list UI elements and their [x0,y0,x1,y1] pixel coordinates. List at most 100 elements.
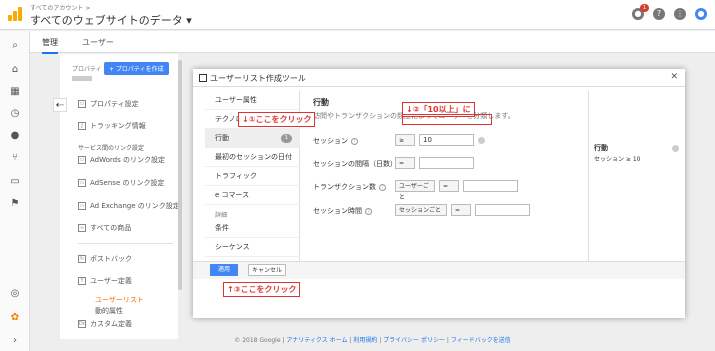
audience-definitions-item[interactable]: Y ユーザー定義 [78,276,132,286]
page-icon: ▭ [78,100,86,108]
advanced-group-label: 詳細 [215,212,228,219]
home-icon[interactable]: ⌂ [8,63,22,77]
duration-scope-select[interactable]: セッションごと [395,204,447,216]
help-icon[interactable]: ? [351,137,358,145]
apply-button[interactable]: 適用 [210,264,238,276]
summary-value: セッション ≥ 10 [594,156,641,163]
tab-admin[interactable]: 管理 [42,37,58,54]
left-rail: ⌕ ⌂ ▦ ◷ ● ⑂ ▭ ⚑ ◎ ✿ › [0,31,30,351]
category-first-session[interactable]: 最初のセッションの日付 [205,148,300,167]
sessions-operator-select[interactable]: ≥ [395,134,415,146]
help-icon[interactable]: ? [379,183,386,191]
terms-link[interactable]: 利用規約 [353,337,377,344]
postbacks-item[interactable]: ↻ ポストバック [78,254,132,264]
privacy-link[interactable]: プライバシー ポリシー [383,337,445,344]
adwords-link-item[interactable]: ▭ AdWords のリンク設定 [78,155,165,165]
js-icon: J [78,122,86,130]
annotation-highlight-box [402,114,492,125]
lightbulb-icon[interactable]: ◎ [8,287,22,301]
acquisition-icon[interactable]: ⑂ [8,151,22,165]
postback-icon: ↻ [78,255,86,263]
transactions-scope-select[interactable]: ユーザーごと [395,180,435,201]
page-footer: © 2018 Google | アナリティクス ホーム | 利用規約 | プライ… [234,337,511,344]
adwords-icon: ▭ [78,156,86,164]
days-operator-select[interactable]: = [395,157,415,169]
category-conditions[interactable]: 条件 [205,219,300,238]
top-icons: ● 1 ? ⋮ ● [632,4,707,20]
close-icon[interactable]: ✕ [670,72,678,82]
notifications-icon[interactable]: ● 1 [632,4,649,20]
days-between-label: セッションの間隔（日数）? [313,159,407,169]
product-linking-group: サービス間のリンク設定 [78,145,145,152]
expand-icon[interactable]: › [8,334,22,348]
person-icon[interactable]: ● [8,129,22,143]
adsense-link-item[interactable]: ▭ AdSense のリンク設定 [78,178,164,188]
notification-badge: 1 [640,4,649,12]
property-name-redacted[interactable] [72,76,92,81]
adexchange-icon: ▭ [78,202,86,210]
category-sequences[interactable]: シーケンス [205,238,300,257]
category-demographics[interactable]: ユーザー属性 [205,91,300,110]
summary-remove-icon[interactable] [672,145,679,152]
transactions-label: トランザクション数? [313,182,386,192]
back-arrow-icon[interactable]: ⇠ [53,98,67,112]
adexchange-link-item[interactable]: ▭ Ad Exchange のリンク設定 [78,201,180,211]
adsense-icon: ▭ [78,179,86,187]
gear-icon[interactable]: ✿ [8,311,22,325]
summary-panel: 行動 セッション ≥ 10 [588,91,685,261]
days-value-input[interactable] [419,157,474,169]
sessions-label: セッション? [313,136,358,146]
section-title: 行動 [313,98,329,107]
help-icon[interactable]: ? [365,207,372,215]
create-property-button[interactable]: + プロパティを作成 [104,62,169,75]
flag-icon[interactable]: ⚑ [8,197,22,211]
transactions-value-input[interactable] [463,180,518,192]
apps-icon[interactable]: ⋮ [674,8,686,20]
account-breadcrumb[interactable]: すべてのアカウント > [30,3,90,12]
analytics-home-link[interactable]: アナリティクス ホーム [286,337,347,344]
category-behavior-label: 行動 [215,134,229,142]
tracking-info-item[interactable]: J トラッキング情報 [78,121,146,131]
property-settings-item[interactable]: ▭ プロパティ設定 [78,99,139,109]
feedback-link[interactable]: フィードバックを送信 [451,337,511,344]
remove-icon[interactable] [478,137,485,144]
clock-icon[interactable]: ◷ [8,107,22,121]
tab-users[interactable]: ユーザー [82,37,114,48]
duration-value-input[interactable] [475,204,530,216]
all-products-item[interactable]: ∞ すべての商品 [78,223,131,233]
dashboard-icon[interactable]: ▦ [8,85,22,99]
modal-header: ユーザーリスト作成ツール ✕ [193,69,685,87]
admin-tabs: 管理 ユーザー [30,31,715,54]
top-bar: すべてのアカウント > すべてのウェブサイトのデータ ▾ ● 1 ? ⋮ ● [0,0,715,30]
modal-title: ユーザーリスト作成ツール [210,74,306,83]
category-behavior[interactable]: 行動 1 [205,129,300,148]
dynamic-attributes-item[interactable]: 動的属性 [95,306,123,316]
help-icon[interactable]: ? [653,8,665,20]
annotation-step-1: ↓①ここをクリック [238,112,316,127]
custom-def-icon: Dd [78,320,87,328]
custom-definitions-item[interactable]: Dd カスタム定義 [78,319,132,329]
property-view-selector[interactable]: すべてのウェブサイトのデータ ▾ [30,12,192,28]
behavior-count-badge: 1 [280,134,292,143]
transactions-operator-select[interactable]: = [439,180,459,192]
session-duration-label: セッション時間? [313,206,372,216]
audience-icon: Y [78,277,86,285]
category-ecommerce[interactable]: e コマース [205,186,300,205]
divider [78,243,173,244]
annotation-step-3: ↑③ここをクリック [223,282,301,297]
scrollbar[interactable] [178,60,182,290]
behavior-icon[interactable]: ▭ [8,175,22,189]
analytics-logo-icon[interactable] [8,7,22,21]
cancel-button[interactable]: キャンセル [248,264,286,276]
duration-operator-select[interactable]: = [451,204,471,216]
search-icon[interactable]: ⌕ [8,39,22,53]
property-label: プロパティ [72,66,102,73]
summary-title: 行動 [594,144,608,152]
category-traffic[interactable]: トラフィック [205,167,300,186]
products-icon: ∞ [78,224,86,232]
builder-icon [199,74,207,82]
sessions-value-input[interactable]: 10 [419,134,474,146]
audiences-item[interactable]: ユーザーリスト [95,295,144,305]
avatar[interactable]: ● [695,8,707,20]
copyright-text: © 2018 Google | [234,337,285,344]
